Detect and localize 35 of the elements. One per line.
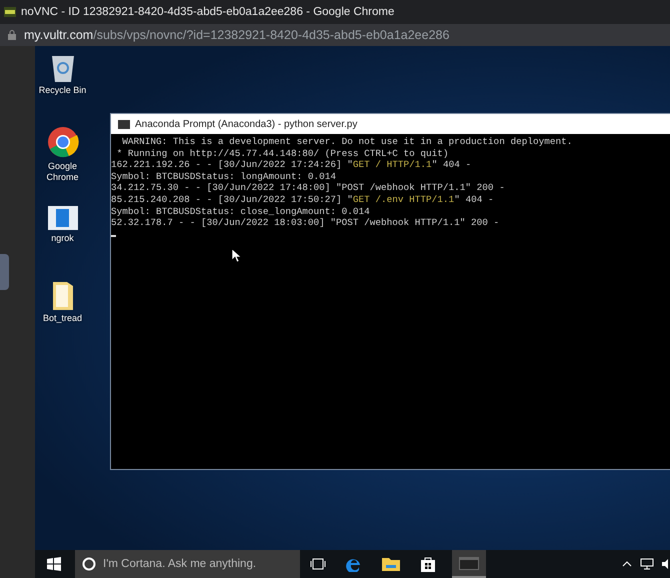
console-line: 85.215.240.208 - - [30/Jun/2022 17:50:27] "GET /.env HTTP/1.1" 404 - xyxy=(111,194,495,206)
desktop-icon-label[interactable]: Bot_tread xyxy=(36,313,90,324)
lock-icon xyxy=(8,30,16,40)
terminal-title: Anaconda Prompt (Anaconda3) - python server.py xyxy=(135,118,358,130)
cortana-search-field[interactable]: I'm Cortana. Ask me anything. xyxy=(75,550,300,578)
store-bag-icon[interactable] xyxy=(420,556,436,572)
chevron-up-icon[interactable] xyxy=(622,561,632,567)
console-line: WARNING: This is a development server. Do not use it in a production deployment. xyxy=(121,136,574,148)
speaker-icon[interactable] xyxy=(662,558,668,570)
chrome-icon[interactable] xyxy=(46,126,78,158)
application-window-icon[interactable] xyxy=(48,206,78,230)
edge-browser-icon[interactable] xyxy=(346,556,362,572)
file-explorer-icon[interactable] xyxy=(382,557,400,571)
desktop-icon-label[interactable]: Google Chrome xyxy=(36,161,90,183)
folder-icon[interactable] xyxy=(50,280,74,310)
terminal-icon xyxy=(459,556,479,570)
desktop-icon-label[interactable]: ngrok xyxy=(36,233,90,244)
console-line: 34.212.75.30 - - [30/Jun/2022 17:48:00] "POST /webhook HTTP/1.1" 200 - xyxy=(111,182,506,194)
console-line: Symbol: BTCBUSDStatus: longAmount: 0.014 xyxy=(111,170,338,182)
window-title: noVNC - ID 12382921-8420-4d35-abd5-eb0a1a2ee286 - Google Chrome xyxy=(21,6,394,18)
console-line: * Running on http://45.77.44.148:80/ (Press CTRL+C to quit) xyxy=(116,148,450,160)
novnc-handle[interactable] xyxy=(0,254,9,290)
vnc-logo-icon xyxy=(4,7,16,17)
task-view-icon[interactable] xyxy=(310,558,326,570)
console-line: 162.221.192.26 - - [30/Jun/2022 17:24:26] "GET / HTTP/1.1" 404 - xyxy=(111,159,472,171)
windows-start-icon[interactable] xyxy=(47,557,61,571)
desktop-icon-label[interactable]: Recycle Bin xyxy=(36,85,90,96)
console-line: 52.32.178.7 - - [30/Jun/2022 18:03:00] "POST /webhook HTTP/1.1" 200 - xyxy=(111,217,500,229)
console-line: Symbol: BTCBUSDStatus: close_longAmount: 0.014 xyxy=(111,206,371,218)
text-cursor xyxy=(111,234,116,237)
terminal-icon xyxy=(118,120,130,128)
taskbar-terminal-button[interactable] xyxy=(452,550,486,578)
network-icon[interactable] xyxy=(640,558,654,570)
mouse-pointer-icon xyxy=(232,249,241,262)
cortana-circle-icon xyxy=(82,557,96,571)
